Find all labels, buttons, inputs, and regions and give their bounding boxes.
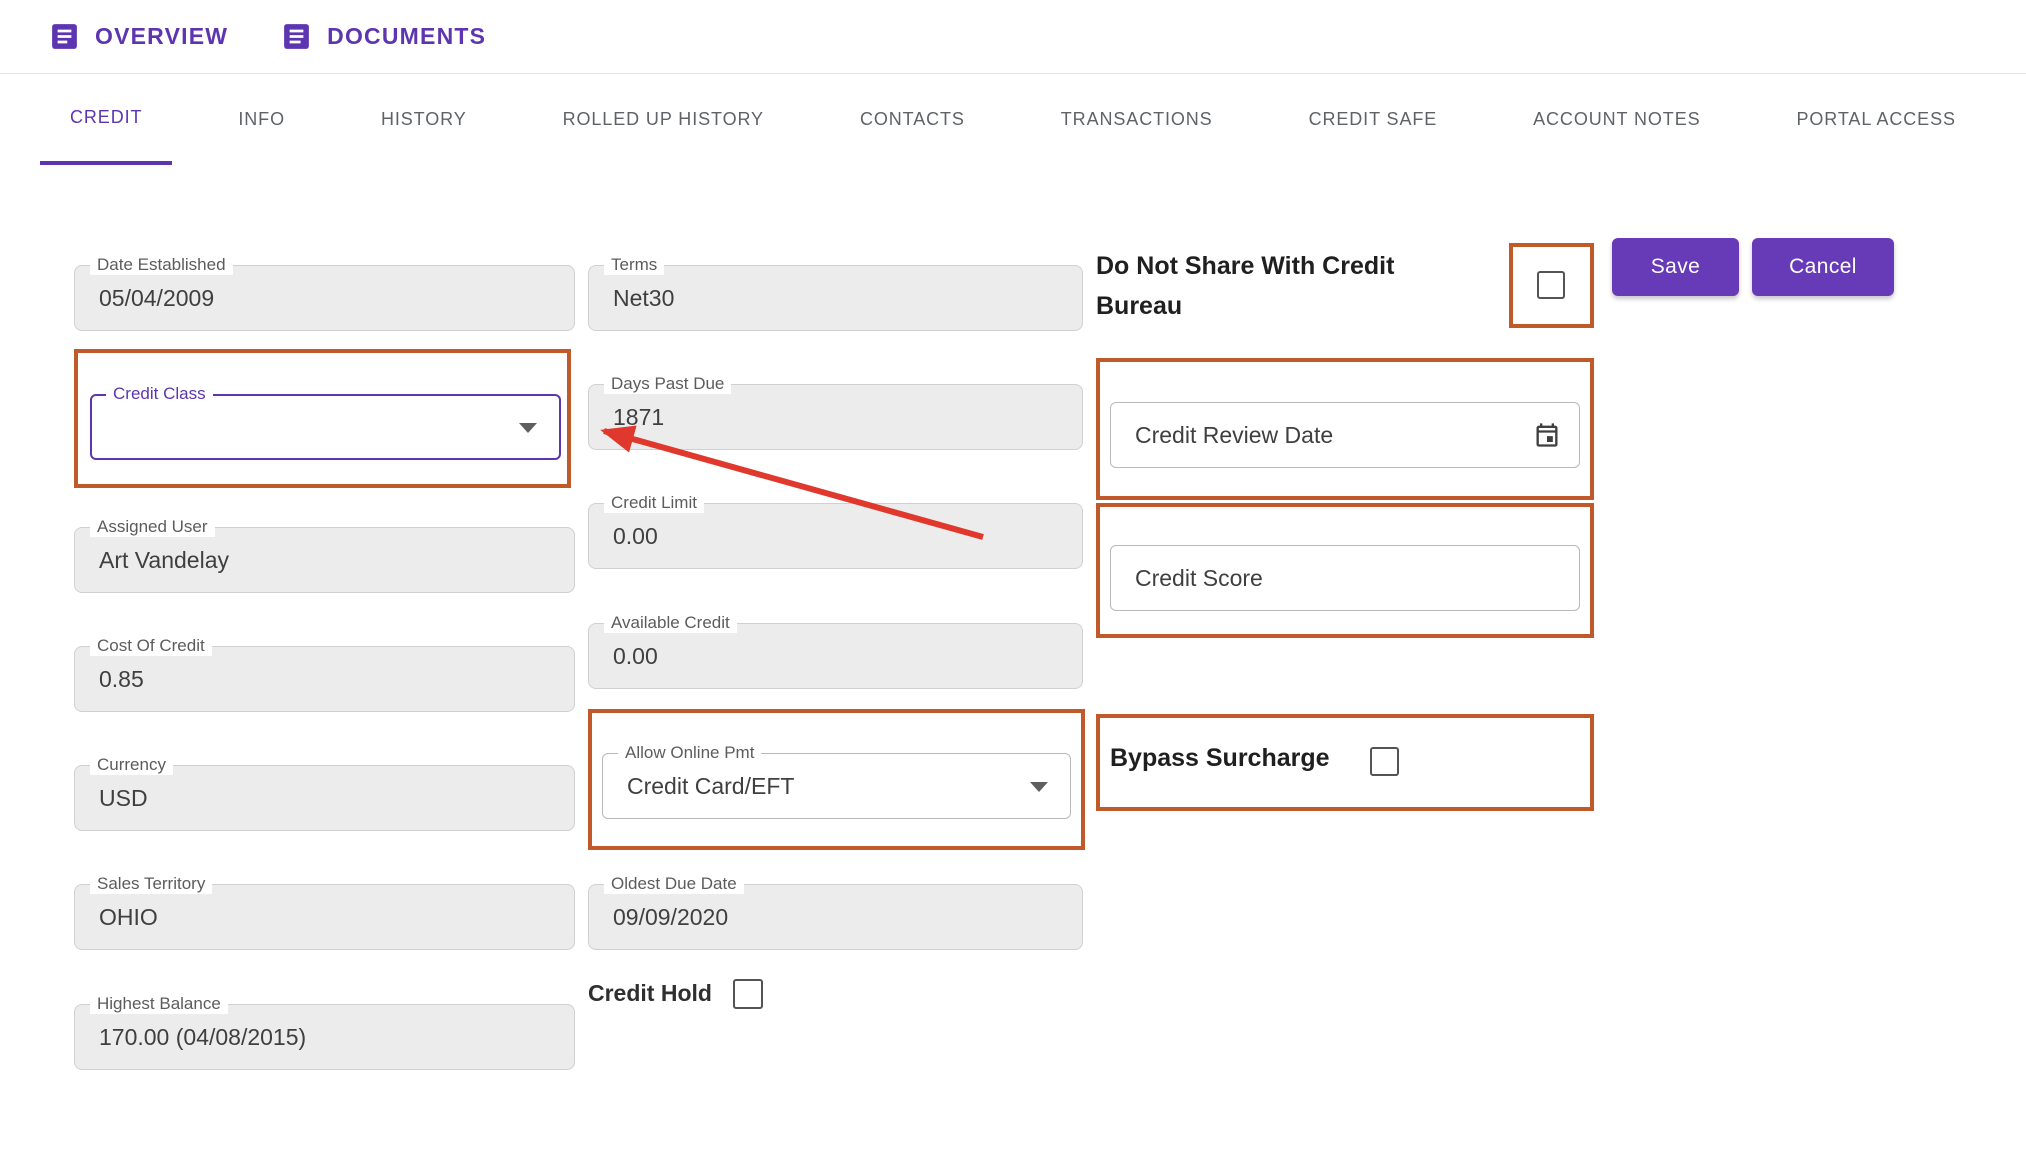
credit-class-label: Credit Class <box>106 384 213 404</box>
save-button[interactable]: Save <box>1612 238 1739 296</box>
oldest-due-date-value: 09/09/2020 <box>613 904 728 931</box>
field-credit-review-date: Credit Review Date <box>1110 402 1580 468</box>
field-date-established: Date Established 05/04/2009 <box>74 265 575 331</box>
field-credit-score: Credit Score <box>1110 545 1580 611</box>
cost-of-credit-label: Cost Of Credit <box>90 636 212 656</box>
currency-value: USD <box>99 785 148 812</box>
overview-document-icon <box>48 20 81 53</box>
highest-balance-value: 170.00 (04/08/2015) <box>99 1024 306 1051</box>
tab-bar: CREDIT INFO HISTORY ROLLED UP HISTORY CO… <box>0 74 2026 165</box>
do-not-share-label: Do Not Share With Credit Bureau <box>1096 246 1446 326</box>
calendar-icon[interactable] <box>1533 421 1561 449</box>
sales-territory-value: OHIO <box>99 904 158 931</box>
field-available-credit: Available Credit 0.00 <box>588 623 1083 689</box>
terms-value: Net30 <box>613 285 674 312</box>
nav-overview[interactable]: OVERVIEW <box>48 20 228 53</box>
bypass-surcharge-label: Bypass Surcharge <box>1110 744 1330 773</box>
field-credit-limit: Credit Limit 0.00 <box>588 503 1083 569</box>
field-highest-balance: Highest Balance 170.00 (04/08/2015) <box>74 1004 575 1070</box>
credit-hold-label: Credit Hold <box>588 980 712 1007</box>
field-currency: Currency USD <box>74 765 575 831</box>
documents-document-icon <box>280 20 313 53</box>
credit-hold-checkbox[interactable] <box>733 979 763 1009</box>
credit-score-placeholder: Credit Score <box>1135 565 1263 592</box>
field-allow-online-pmt: Allow Online Pmt Credit Card/EFT <box>602 753 1071 819</box>
top-navigation: OVERVIEW DOCUMENTS <box>0 0 2026 74</box>
cancel-button[interactable]: Cancel <box>1752 238 1894 296</box>
field-days-past-due: Days Past Due 1871 <box>588 384 1083 450</box>
nav-documents[interactable]: DOCUMENTS <box>280 20 486 53</box>
do-not-share-checkbox[interactable] <box>1537 271 1565 299</box>
days-past-due-label: Days Past Due <box>604 374 731 394</box>
tab-credit[interactable]: CREDIT <box>40 74 172 165</box>
tab-account-notes[interactable]: ACCOUNT NOTES <box>1503 74 1730 165</box>
tab-transactions[interactable]: TRANSACTIONS <box>1031 74 1243 165</box>
field-credit-class: Credit Class <box>90 394 561 460</box>
tab-portal-access[interactable]: PORTAL ACCESS <box>1766 74 1985 165</box>
tab-contacts[interactable]: CONTACTS <box>830 74 995 165</box>
allow-online-pmt-value: Credit Card/EFT <box>627 773 794 800</box>
credit-limit-value: 0.00 <box>613 523 658 550</box>
nav-documents-label: DOCUMENTS <box>327 23 486 50</box>
assigned-user-value: Art Vandelay <box>99 547 229 574</box>
tab-history[interactable]: HISTORY <box>351 74 497 165</box>
date-established-value: 05/04/2009 <box>99 285 214 312</box>
assigned-user-label: Assigned User <box>90 517 215 537</box>
days-past-due-value: 1871 <box>613 404 664 431</box>
field-oldest-due-date: Oldest Due Date 09/09/2020 <box>588 884 1083 950</box>
credit-score-input[interactable]: Credit Score <box>1110 545 1580 611</box>
available-credit-label: Available Credit <box>604 613 737 633</box>
field-terms: Terms Net30 <box>588 265 1083 331</box>
nav-overview-label: OVERVIEW <box>95 23 228 50</box>
allow-online-pmt-label: Allow Online Pmt <box>618 743 761 763</box>
credit-limit-label: Credit Limit <box>604 493 704 513</box>
credit-review-date-placeholder: Credit Review Date <box>1135 422 1333 449</box>
bypass-surcharge-checkbox[interactable] <box>1370 747 1399 776</box>
cost-of-credit-value: 0.85 <box>99 666 144 693</box>
credit-page: OVERVIEW DOCUMENTS CREDIT INFO HISTORY R… <box>0 0 2026 1158</box>
field-assigned-user: Assigned User Art Vandelay <box>74 527 575 593</box>
currency-label: Currency <box>90 755 173 775</box>
field-sales-territory: Sales Territory OHIO <box>74 884 575 950</box>
tab-rolled-up-history[interactable]: ROLLED UP HISTORY <box>533 74 794 165</box>
oldest-due-date-label: Oldest Due Date <box>604 874 744 894</box>
terms-label: Terms <box>604 255 664 275</box>
sales-territory-label: Sales Territory <box>90 874 212 894</box>
dropdown-arrow-icon <box>1030 782 1048 792</box>
available-credit-value: 0.00 <box>613 643 658 670</box>
highest-balance-label: Highest Balance <box>90 994 228 1014</box>
tab-credit-safe[interactable]: CREDIT SAFE <box>1279 74 1468 165</box>
dropdown-arrow-icon <box>519 423 537 433</box>
field-cost-of-credit: Cost Of Credit 0.85 <box>74 646 575 712</box>
date-established-label: Date Established <box>90 255 233 275</box>
tab-info[interactable]: INFO <box>208 74 315 165</box>
credit-review-date-input[interactable]: Credit Review Date <box>1110 402 1580 468</box>
